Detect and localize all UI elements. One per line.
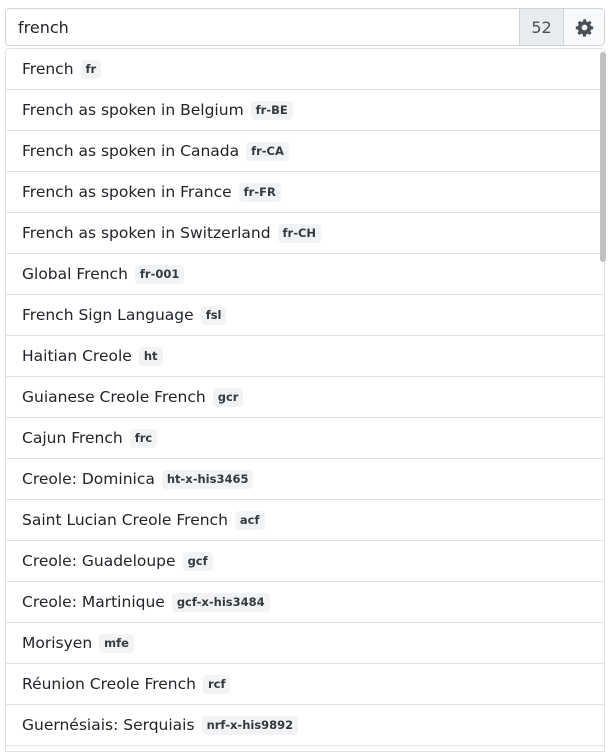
- results-list: French fr French as spoken in Belgium fr-B…: [5, 48, 605, 752]
- scrollbar-thumb[interactable]: [600, 52, 606, 262]
- list-item[interactable]: French as spoken in Belgium fr-BE: [6, 90, 604, 131]
- language-code-badge: nrf-x-his9892: [201, 715, 299, 735]
- list-item[interactable]: Creole: Dominica ht-x-his3465: [6, 459, 604, 500]
- language-name: Réunion Creole French: [22, 675, 196, 693]
- list-item[interactable]: Creole: Martinique gcf-x-his3484: [6, 582, 604, 623]
- list-item[interactable]: French as spoken in Canada fr-CA: [6, 131, 604, 172]
- language-name: Creole: Guadeloupe: [22, 552, 176, 570]
- language-name: French as spoken in France: [22, 183, 232, 201]
- language-code-badge: gcf-x-his3484: [171, 592, 270, 612]
- language-name: Saint Lucian Creole French: [22, 511, 228, 529]
- language-code-badge: rcf: [202, 674, 231, 694]
- language-code-badge: fr-001: [134, 264, 185, 284]
- language-name: Haitian Creole: [22, 347, 132, 365]
- list-item[interactable]: Guianese Creole French gcr: [6, 377, 604, 418]
- language-name: French: [22, 60, 74, 78]
- language-code-badge: ht-x-his3465: [161, 469, 254, 489]
- list-item[interactable]: Global French fr-001: [6, 254, 604, 295]
- language-code-badge: ht: [138, 346, 163, 366]
- language-code-badge: fr-CA: [246, 141, 289, 161]
- language-name: Guernésiais: Serquiais: [22, 716, 195, 734]
- list-item[interactable]: Réunion Creole French rcf: [6, 664, 604, 705]
- list-item[interactable]: French as spoken in France fr-FR: [6, 172, 604, 213]
- scrollbar[interactable]: [599, 50, 607, 750]
- language-name: Guianese Creole French: [22, 388, 206, 406]
- language-code-badge: fr-BE: [250, 100, 293, 120]
- list-item[interactable]: French Sign Language fsl: [6, 295, 604, 336]
- language-code-badge: mfe: [99, 633, 134, 653]
- language-name: French as spoken in Belgium: [22, 101, 244, 119]
- settings-button[interactable]: [563, 9, 604, 45]
- language-code-badge: gcr: [212, 387, 244, 407]
- language-name: Global French: [22, 265, 128, 283]
- language-code-badge: gcf: [182, 551, 213, 571]
- gear-icon: [575, 18, 593, 37]
- list-item[interactable]: French fr: [6, 49, 604, 90]
- result-count-badge: 52: [519, 9, 563, 45]
- list-item[interactable]: Saint Lucian Creole French acf: [6, 500, 604, 541]
- search-input[interactable]: [6, 9, 519, 45]
- language-name: Morisyen: [22, 634, 93, 652]
- list-item[interactable]: [6, 746, 604, 751]
- search-bar: 52: [5, 8, 605, 46]
- list-item[interactable]: Cajun French frc: [6, 418, 604, 459]
- list-item[interactable]: Guernésiais: Serquiais nrf-x-his9892: [6, 705, 604, 746]
- language-name: French as spoken in Canada: [22, 142, 240, 160]
- list-item[interactable]: French as spoken in Switzerland fr-CH: [6, 213, 604, 254]
- language-name: French Sign Language: [22, 306, 194, 324]
- list-item[interactable]: Haitian Creole ht: [6, 336, 604, 377]
- language-name: Creole: Martinique: [22, 593, 165, 611]
- language-code-badge: acf: [234, 510, 265, 530]
- language-name: Cajun French: [22, 429, 123, 447]
- language-name: French as spoken in Switzerland: [22, 224, 271, 242]
- list-item[interactable]: Morisyen mfe: [6, 623, 604, 664]
- language-code-badge: frc: [129, 428, 158, 448]
- language-code-badge: fsl: [200, 305, 227, 325]
- language-code-badge: fr-CH: [277, 223, 322, 243]
- list-item[interactable]: Creole: Guadeloupe gcf: [6, 541, 604, 582]
- language-code-badge: fr: [80, 59, 102, 79]
- language-name: Creole: Dominica: [22, 470, 155, 488]
- language-code-badge: fr-FR: [238, 182, 281, 202]
